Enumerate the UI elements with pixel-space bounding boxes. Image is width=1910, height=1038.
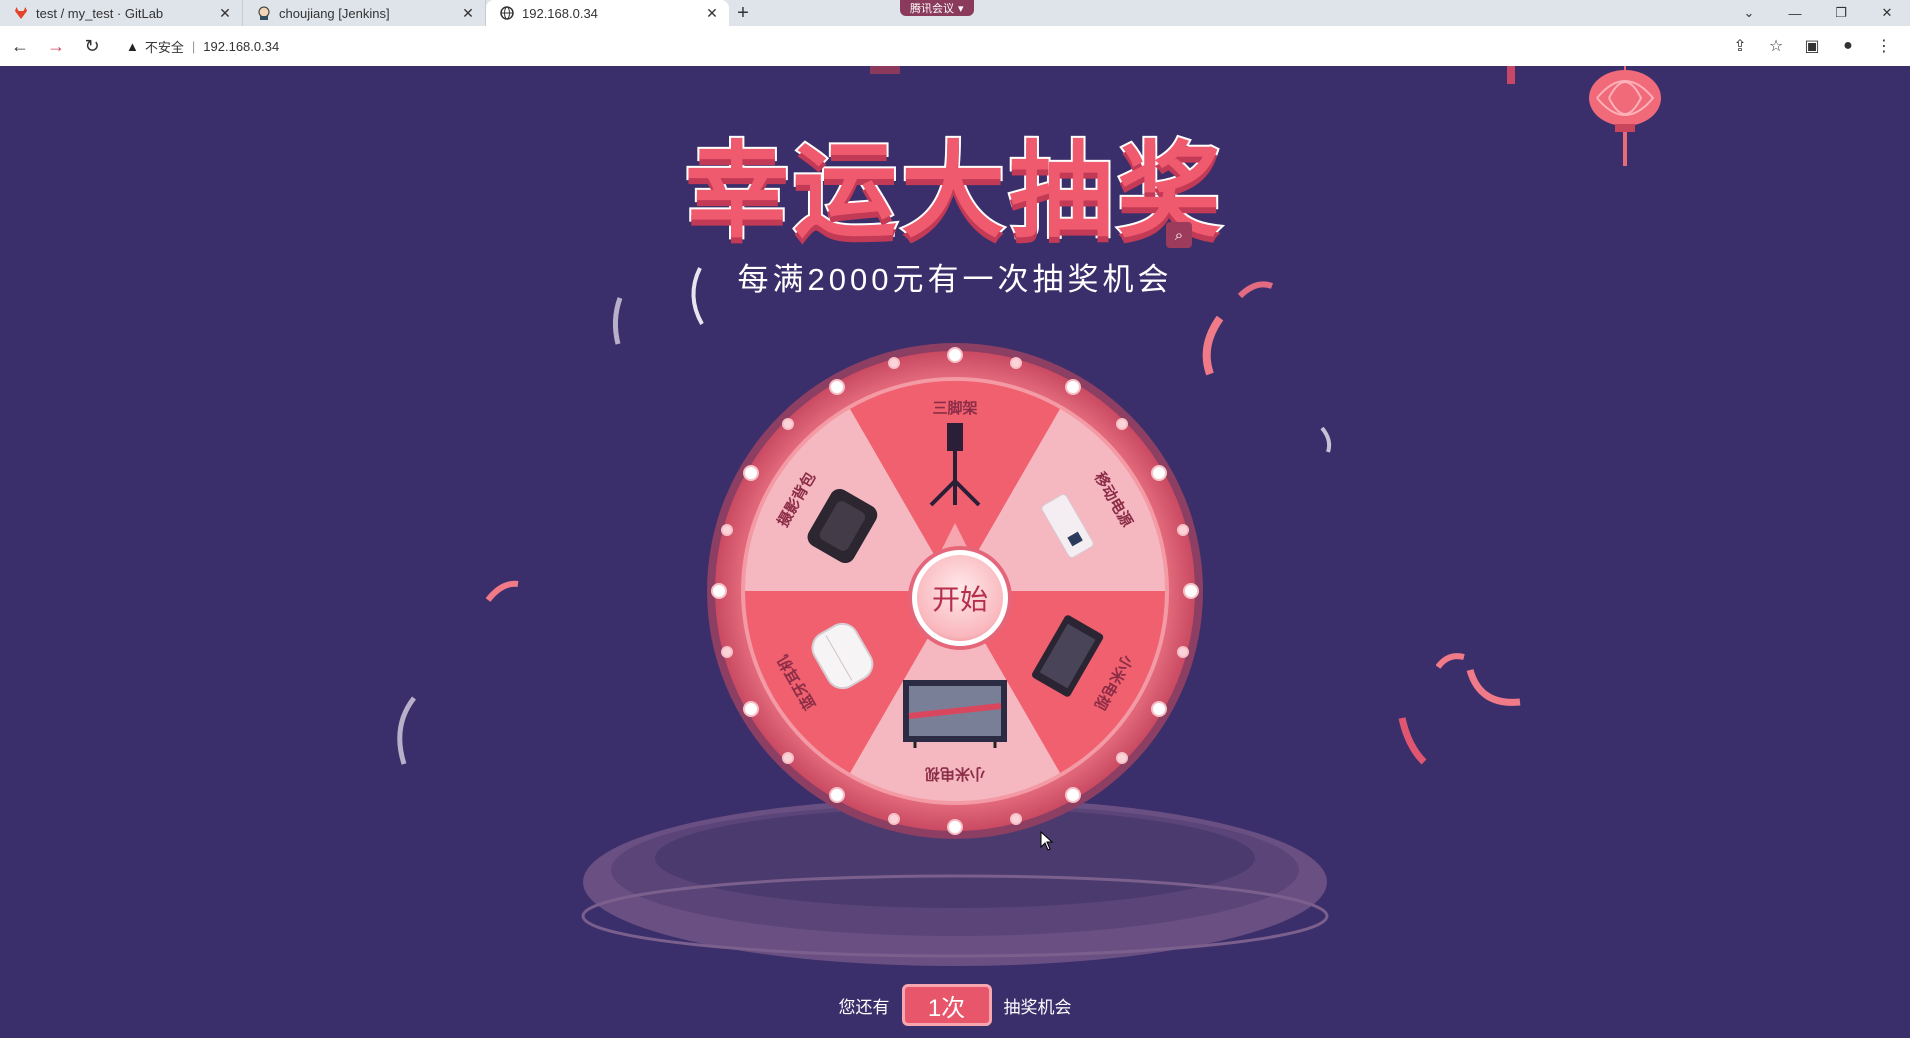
url-field[interactable]: ▲ 不安全 | 192.168.0.34 — [126, 37, 279, 56]
tv-icon — [903, 680, 1007, 748]
tab-jenkins[interactable]: choujiang [Jenkins] ✕ — [243, 0, 486, 26]
page-subtitle: 每满2000元有一次抽奖机会 — [737, 262, 1173, 297]
chances-count: 1次 — [901, 984, 992, 1026]
sidebar-icon[interactable]: ▣ — [1794, 30, 1830, 62]
tab-label: test / my_test · GitLab — [36, 5, 164, 21]
chances-prefix: 您还有 — [838, 997, 890, 1017]
confetti-piece — [485, 580, 519, 602]
close-icon[interactable]: ✕ — [218, 5, 232, 22]
security-label: 不安全 — [144, 39, 184, 55]
confetti-piece — [1398, 717, 1427, 765]
start-button[interactable]: 开始 — [912, 550, 1008, 646]
toolbar-actions: ⇪ ☆ ▣ ● ⋮ — [1722, 30, 1902, 62]
tab-label: choujiang [Jenkins] — [279, 5, 390, 21]
prize-label-tripod: 三脚架 — [932, 400, 977, 417]
lottery-page: 幸运大抽奖 ⌕ 每满2000元有一次抽奖机会 三脚架 移动电源 小米电视 小米电… — [0, 66, 1910, 1038]
confetti-piece — [1466, 668, 1521, 706]
top-deco — [870, 66, 900, 74]
chances-remaining: 您还有 1次 抽奖机会 — [0, 984, 1910, 1026]
close-icon[interactable]: ✕ — [461, 5, 475, 22]
tab-search-icon[interactable]: ⌄ — [1726, 0, 1772, 26]
profile-icon[interactable]: ● — [1830, 30, 1866, 62]
confetti-piece — [1436, 653, 1465, 669]
tab-label: 192.168.0.34 — [522, 5, 598, 21]
confetti-piece — [1237, 281, 1274, 299]
meeting-badge[interactable]: 腾讯会议 ▾ — [900, 0, 974, 16]
confetti-piece — [1320, 426, 1332, 453]
gitlab-icon — [14, 6, 28, 20]
back-icon[interactable]: ← — [4, 30, 36, 62]
menu-icon[interactable]: ⋮ — [1866, 30, 1902, 62]
globe-icon — [500, 6, 514, 20]
confetti-piece — [397, 696, 417, 765]
tab-current[interactable]: 192.168.0.34 ✕ — [486, 0, 729, 26]
warning-icon: ▲ — [126, 38, 139, 54]
url-separator: | — [191, 38, 196, 54]
share-icon[interactable]: ⇪ — [1722, 30, 1758, 62]
mouse-cursor-icon — [1040, 831, 1054, 851]
bookmark-star-icon[interactable]: ☆ — [1758, 30, 1794, 62]
top-deco — [1507, 66, 1515, 84]
new-tab-button[interactable]: + — [729, 0, 757, 26]
search-icon[interactable]: ⌕ — [1166, 222, 1192, 248]
page-title: 幸运大抽奖 — [683, 132, 1225, 252]
close-window-icon[interactable]: ✕ — [1864, 0, 1910, 26]
address-bar: ← → ↻ ▲ 不安全 | 192.168.0.34 ⇪ ☆ ▣ ● ⋮ — [0, 26, 1910, 66]
reload-icon[interactable]: ↻ — [76, 30, 108, 62]
jenkins-icon — [257, 6, 271, 20]
tab-gitlab[interactable]: test / my_test · GitLab ✕ — [0, 0, 243, 26]
chances-suffix: 抽奖机会 — [1003, 997, 1072, 1017]
url-text: 192.168.0.34 — [203, 38, 280, 54]
confetti-piece — [691, 267, 704, 325]
forward-icon[interactable]: → — [40, 30, 72, 62]
window-controls: ⌄ — ❐ ✕ — [1726, 0, 1910, 26]
confetti-piece — [612, 297, 623, 345]
meeting-badge-label: 腾讯会议 — [910, 3, 954, 15]
chevron-down-icon: ▾ — [958, 2, 964, 15]
minimize-icon[interactable]: — — [1772, 0, 1818, 26]
prize-label-tv: 小米电视 — [925, 765, 985, 783]
close-icon[interactable]: ✕ — [705, 5, 719, 22]
restore-icon[interactable]: ❐ — [1818, 0, 1864, 26]
